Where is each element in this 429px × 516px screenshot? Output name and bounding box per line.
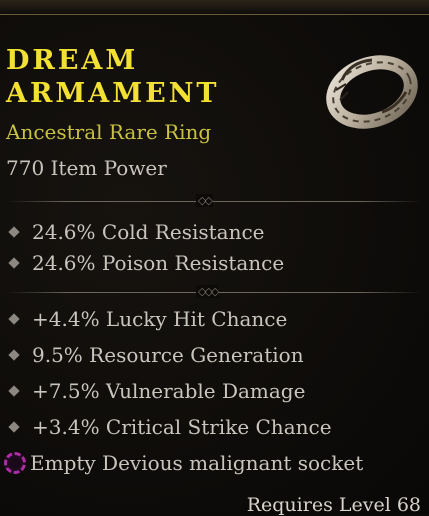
diamond-bullet-icon [8,420,20,433]
item-rarity-type: Ancestral Rare Ring [6,120,212,144]
implicit-stat: 24.6% Poison Resistance [8,251,285,279]
affix-stat: +7.5% Vulnerable Damage [8,379,306,407]
divider-ornament-icon: ◇◇ [196,194,213,207]
affix-stat: +4.4% Lucky Hit Chance [8,307,288,335]
stat-text: 9.5% Resource Generation [32,343,304,367]
item-name: DREAM ARMAMENT [6,44,306,110]
implicit-stat: 24.6% Cold Resistance [8,220,265,248]
item-name-line-1: DREAM [6,45,139,76]
divider: ◇◇◇ [6,285,422,298]
stat-text: +4.4% Lucky Hit Chance [32,307,288,331]
stat-text: +7.5% Vulnerable Damage [32,379,306,403]
divider: ◇◇ [6,194,422,207]
tooltip-top-border [0,0,429,15]
diamond-bullet-icon [8,256,20,269]
socket-label: Empty Devious malignant socket [30,451,364,475]
affix-stat: 9.5% Resource Generation [8,343,304,371]
diamond-bullet-icon [8,348,20,361]
item-name-line-2: ARMAMENT [6,78,220,109]
item-power: 770 Item Power [6,156,167,180]
socket-row: Empty Devious malignant socket [4,451,363,481]
affix-stat: +3.4% Critical Strike Chance [8,415,332,443]
stat-text: 24.6% Poison Resistance [32,251,285,275]
malignant-socket-icon [4,451,26,474]
diamond-bullet-icon [8,312,20,325]
ring-item-icon [326,55,418,129]
diamond-bullet-icon [8,384,20,397]
item-tooltip: DREAM ARMAMENT Ancestral Rare Ring 770 I… [0,0,429,516]
diamond-bullet-icon [8,225,20,238]
stat-text: 24.6% Cold Resistance [32,220,265,244]
divider-ornament-icon: ◇◇◇ [196,285,219,298]
level-requirement: Requires Level 68 [246,494,421,516]
stat-text: +3.4% Critical Strike Chance [32,415,332,439]
